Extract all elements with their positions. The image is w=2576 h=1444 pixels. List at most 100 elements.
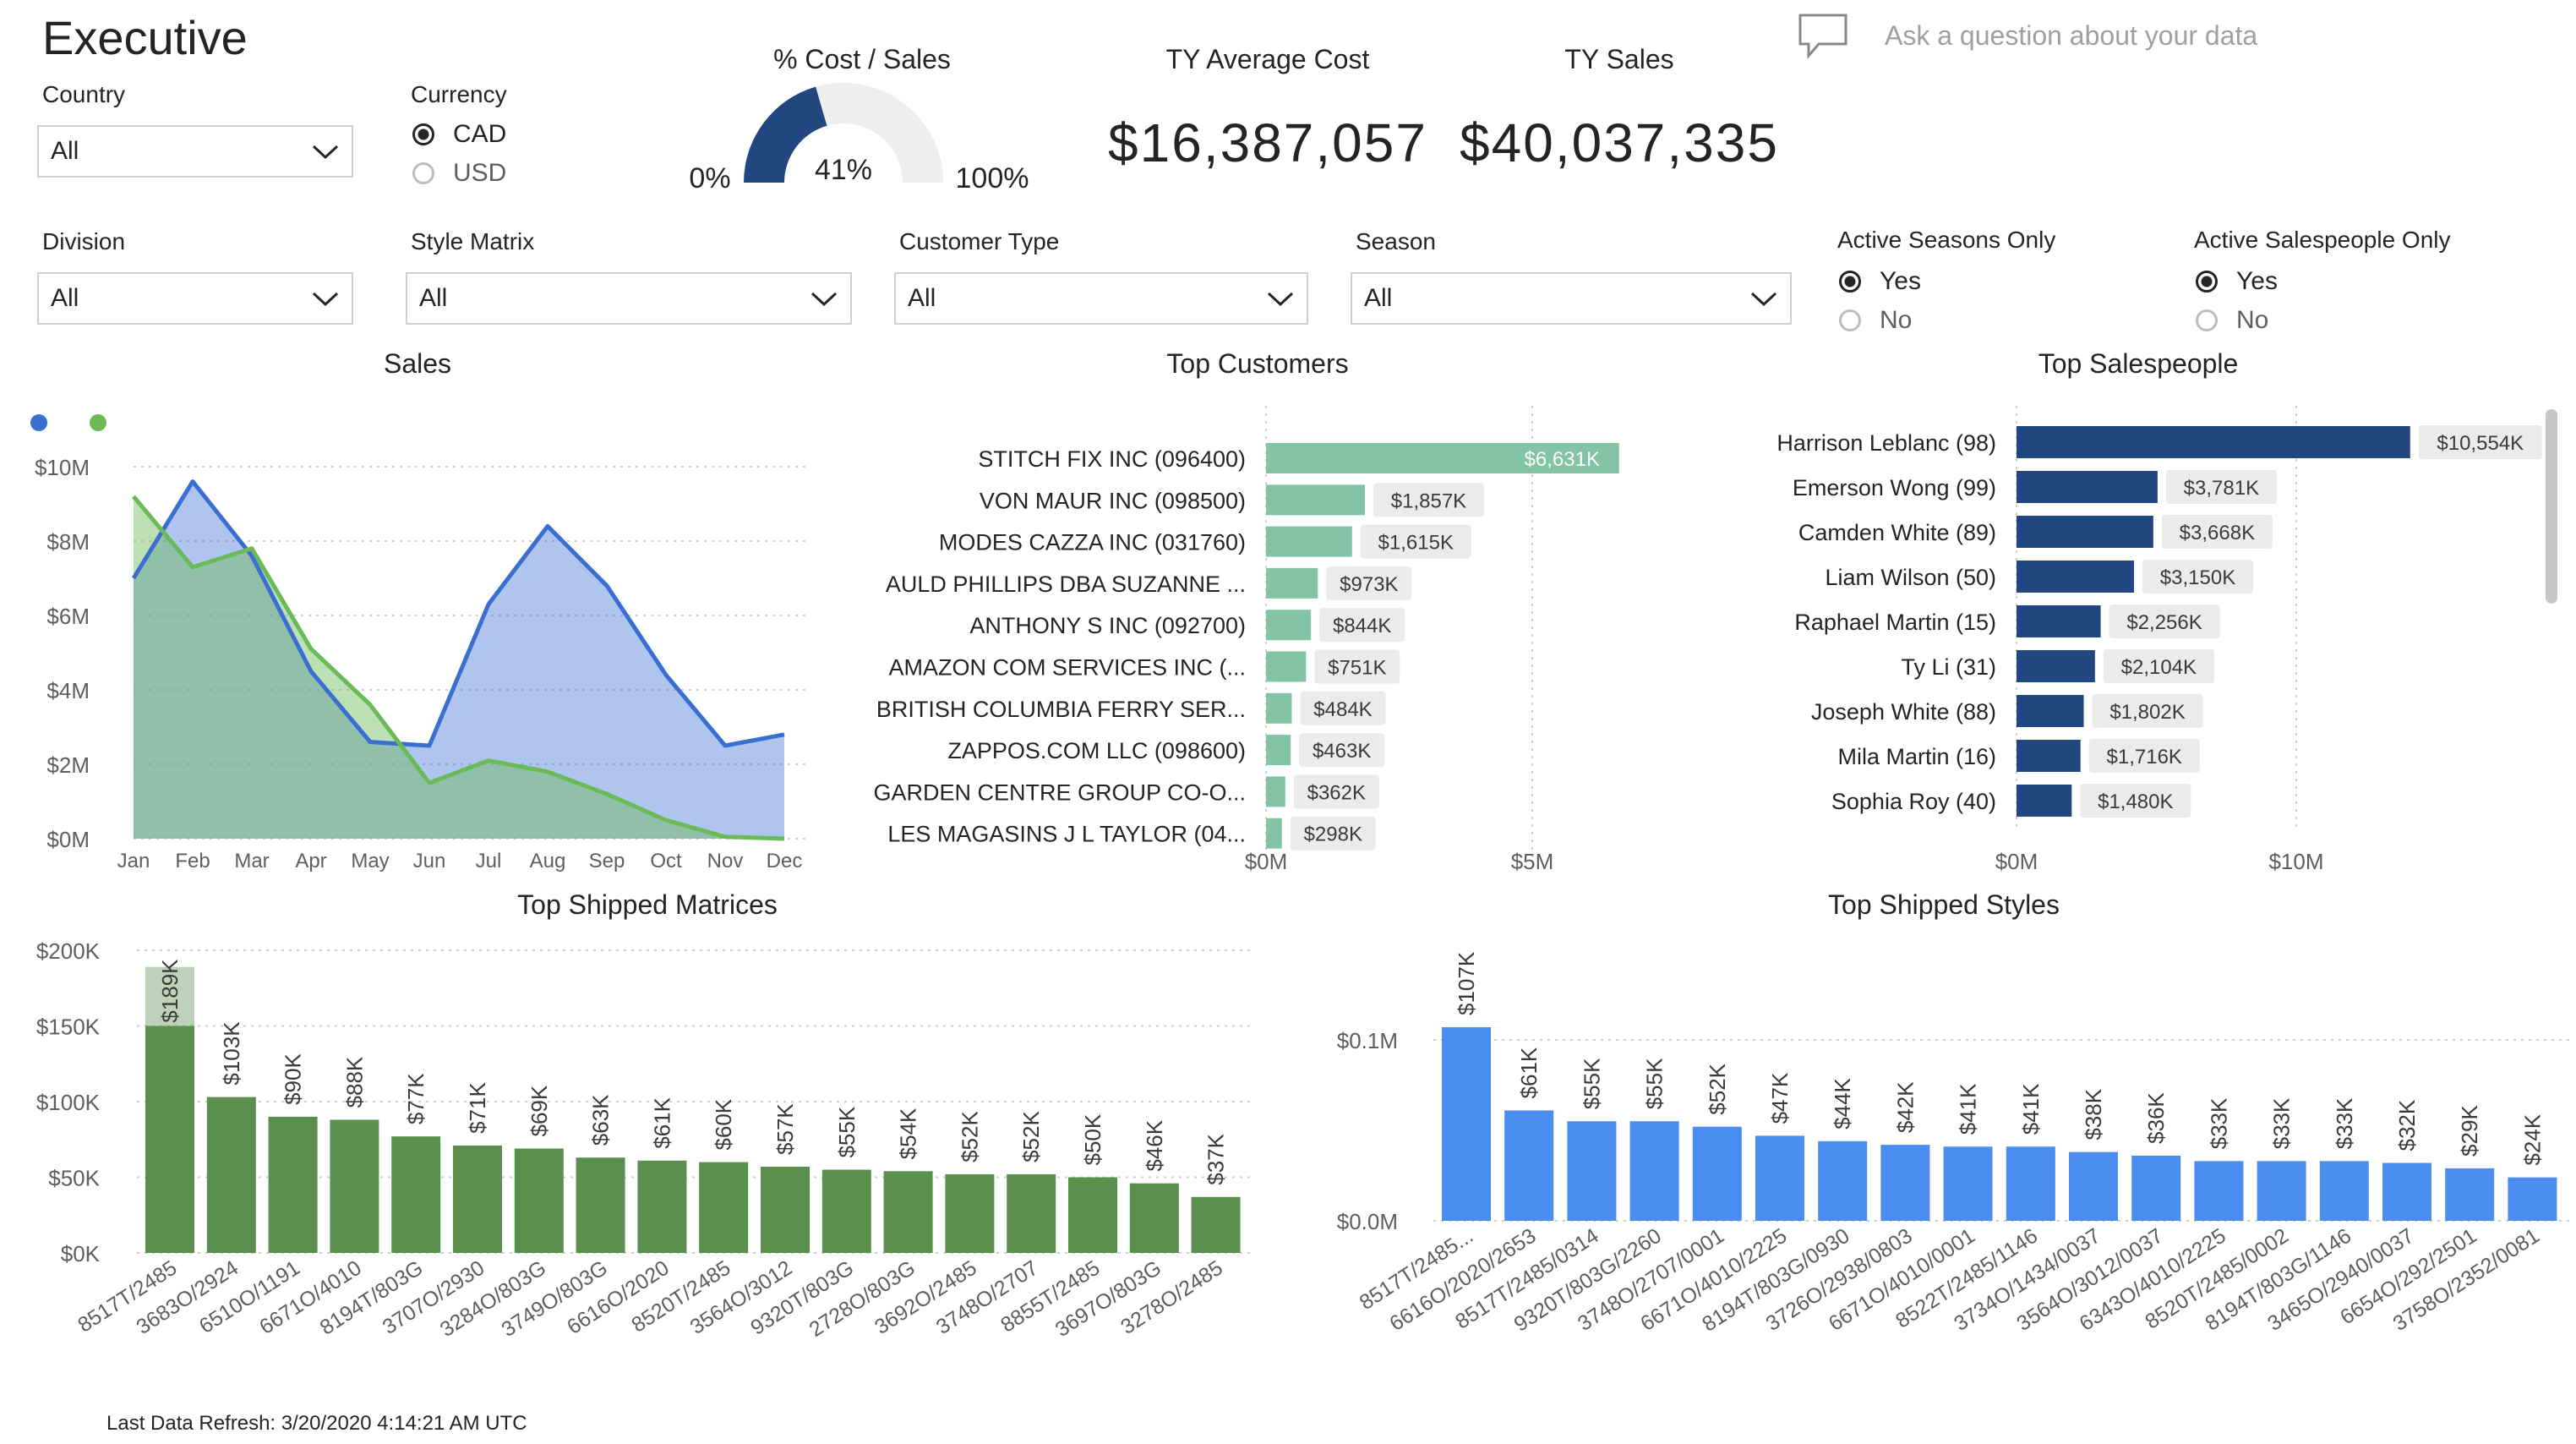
customer-type-label: Customer Type <box>899 228 1060 254</box>
chevron-down-icon <box>810 292 838 307</box>
avg-cost-title: TY Average Cost <box>1165 44 1370 74</box>
qa-chat-icon[interactable] <box>1797 12 1849 61</box>
data-label: $1,480K <box>2098 790 2173 813</box>
y-tick-label: $10M <box>35 455 90 480</box>
bar <box>330 1119 379 1253</box>
data-label: $90K <box>281 1053 306 1105</box>
x-tick-label: Dec <box>767 850 803 872</box>
season-dropdown[interactable]: All <box>1351 272 1792 325</box>
data-label: $24K <box>2519 1113 2545 1165</box>
division-dropdown[interactable]: All <box>37 272 353 325</box>
bar <box>1818 1140 1868 1221</box>
category-label: Mila Martin (16) <box>1837 744 1996 769</box>
top-customers-chart: $0M $5M STITCH FIX INC (096400) $6,631K VON … <box>873 406 1619 874</box>
bar <box>206 1097 256 1253</box>
bar <box>2382 1162 2431 1221</box>
customer-type-value: All <box>908 284 936 312</box>
ty-sales-value: $40,037,335 <box>1460 112 1779 173</box>
category-label: Camden White (89) <box>1798 520 1996 545</box>
x-tick-label: $0M <box>1995 849 2038 874</box>
currency-option-cad[interactable]: CAD <box>412 120 506 149</box>
category-label: Joseph White (88) <box>1811 699 1996 725</box>
active-seasons-yes[interactable]: Yes <box>1839 267 1921 296</box>
style-matrix-value: All <box>419 284 448 312</box>
active-salespeople-yes[interactable]: Yes <box>2196 267 2278 296</box>
division-label: Division <box>42 228 126 254</box>
x-tick-label: Sep <box>589 850 625 872</box>
data-label: $103K <box>219 1021 244 1086</box>
x-tick-label: Aug <box>530 850 566 872</box>
bar <box>2508 1177 2557 1221</box>
chevron-down-icon <box>1750 292 1777 307</box>
data-label: $107K <box>1454 951 1479 1015</box>
x-tick-label: Mar <box>234 850 269 872</box>
active-seasons-no[interactable]: No <box>1839 306 1912 335</box>
bar <box>2131 1155 2181 1221</box>
bar <box>2017 740 2081 772</box>
data-label: $55K <box>834 1106 860 1157</box>
currency-option-label: CAD <box>453 120 507 148</box>
country-value: All <box>51 137 79 165</box>
bar <box>1943 1146 1993 1221</box>
bar <box>145 1026 194 1253</box>
bar <box>2445 1168 2495 1221</box>
data-label: $52K <box>1018 1111 1044 1162</box>
gauge-max-label: 100% <box>956 162 1029 194</box>
x-tick-label: Feb <box>175 850 210 872</box>
bar <box>2017 695 2084 727</box>
x-tick-label: Nov <box>707 850 744 872</box>
season-value: All <box>1364 284 1393 312</box>
x-tick-label: Apr <box>295 850 326 872</box>
gauge-title: % Cost / Sales <box>773 44 951 74</box>
y-tick-label: $50K <box>48 1166 100 1191</box>
active-salespeople-option-label: Yes <box>2236 267 2278 295</box>
bar <box>2017 561 2135 593</box>
page-title: Executive <box>42 11 248 64</box>
bar <box>761 1166 810 1253</box>
style-matrix-dropdown[interactable]: All <box>406 272 852 325</box>
data-label: $63K <box>588 1094 614 1146</box>
active-seasons-label: Active Seasons Only <box>1837 227 2056 253</box>
radio-unselected-icon <box>2196 309 2218 331</box>
qa-input[interactable]: Ask a question about your data <box>1885 20 2257 52</box>
chevron-down-icon <box>312 292 339 307</box>
bar <box>637 1160 687 1253</box>
data-label: $88K <box>341 1056 367 1108</box>
bar <box>2017 516 2153 548</box>
bar <box>1629 1121 1679 1221</box>
last-refresh-text: Last Data Refresh: 3/20/2020 4:14:21 AM … <box>106 1412 527 1435</box>
currency-option-label: USD <box>453 159 507 187</box>
data-label: $2,104K <box>2121 656 2197 679</box>
y-tick-label: $6M <box>46 604 90 629</box>
gauge-min-label: 0% <box>689 162 730 194</box>
style-matrix-label: Style Matrix <box>411 228 535 254</box>
y-tick-label: $0.1M <box>1337 1028 1398 1053</box>
bar <box>2069 1151 2118 1221</box>
x-tick-label: May <box>351 850 389 872</box>
data-label: $69K <box>527 1085 552 1136</box>
x-tick-label: Oct <box>650 850 682 872</box>
currency-option-usd[interactable]: USD <box>412 159 506 188</box>
bar <box>2006 1146 2055 1221</box>
data-label: $3,150K <box>2160 566 2235 589</box>
category-label: VON MAUR INC (098500) <box>980 488 1246 513</box>
active-salespeople-option-label: No <box>2236 306 2269 334</box>
category-label: ZAPPOS.COM LLC (098600) <box>947 738 1246 763</box>
data-label: $3,781K <box>2184 477 2259 500</box>
country-dropdown[interactable]: All <box>37 125 353 178</box>
data-label: $298K <box>1304 823 1362 846</box>
active-salespeople-no[interactable]: No <box>2196 306 2268 335</box>
y-tick-label: $2M <box>46 752 90 778</box>
top-styles-chart: $0.0M$0.1M$107K8517T/2485...$61K6616O/20… <box>1337 951 2571 1337</box>
data-label: $32K <box>2394 1099 2420 1151</box>
y-tick-label: $0.0M <box>1337 1209 1398 1234</box>
data-label: $41K <box>2018 1083 2044 1135</box>
bar <box>1442 1027 1491 1221</box>
bar <box>1266 610 1312 641</box>
customer-type-dropdown[interactable]: All <box>894 272 1308 325</box>
legend-ty-marker <box>90 414 106 431</box>
bar <box>2017 426 2410 458</box>
salespeople-scrollbar[interactable] <box>2546 409 2557 604</box>
bar <box>2017 785 2072 817</box>
legend-ly-marker <box>30 414 47 431</box>
